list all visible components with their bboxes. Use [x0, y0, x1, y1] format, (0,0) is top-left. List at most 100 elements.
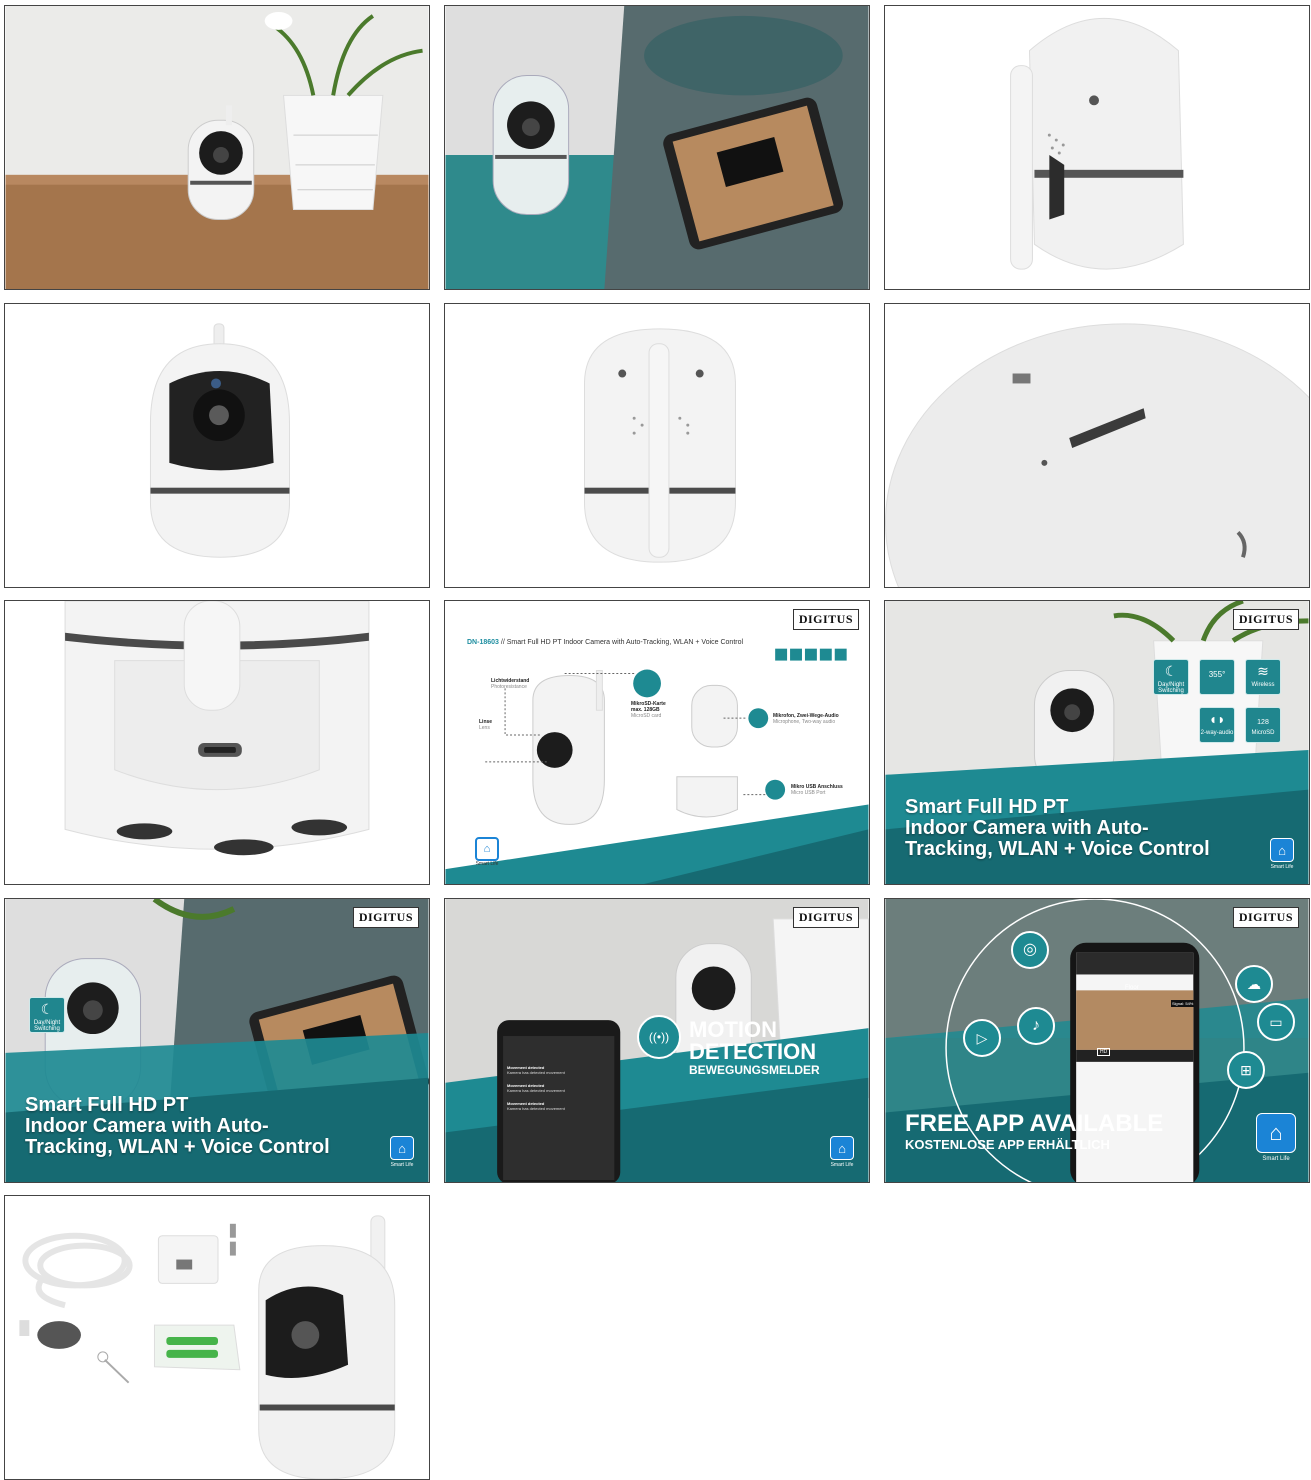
notification-item[interactable]: Movement detected Kamera has detected mo…: [507, 1101, 611, 1111]
photoresistance-label-en: Photoresistance: [491, 684, 527, 690]
microsd-feature: 128 MicroSD: [1245, 707, 1281, 743]
notification-item[interactable]: Movement detected Kamera has detected mo…: [507, 1083, 611, 1093]
gallery-image-camera-on-shelf[interactable]: [4, 5, 430, 290]
gallery-image-sd-slot-closeup[interactable]: [884, 303, 1310, 588]
spec-sheet-title: DN-18603 // Smart Full HD PT Indoor Came…: [467, 639, 743, 646]
speaker-icon: ◖◗: [1208, 711, 1226, 727]
motion-heading-de: BEWEGUNGSMELDER: [689, 1063, 820, 1077]
motion-sensor-icon: ((•)): [637, 1015, 681, 1059]
home-icon: ⌂: [390, 1136, 414, 1160]
day-night-feature: ☾ Day/Night Switching: [29, 997, 65, 1033]
model-number: DN-18603: [467, 639, 499, 646]
gallery-image-spec-sheet[interactable]: DIGITUS DN-18603 // Smart Full HD PT Ind…: [444, 600, 870, 885]
microsd-feature-label: MicroSD: [1251, 730, 1275, 736]
microphone-label: Mikrofon, Zwei-Wege-Audio Microphone, Tw…: [773, 713, 839, 725]
gallery-image-free-app[interactable]: DIGITUS Floor Signal: 54% HD ◎ ♪ ▷ ☁ ▭ ⊞…: [884, 898, 1310, 1183]
camera-side-photo: [885, 6, 1309, 289]
digitus-logo: DIGITUS: [1232, 907, 1299, 928]
lens-label-en: Lens: [479, 725, 490, 731]
smart-life-badge: ⌂ Smart Life: [1253, 1113, 1299, 1162]
grid-icon: ⊞: [1227, 1051, 1265, 1089]
camera-shelf-photo: [5, 6, 429, 289]
wireless-feature: ≋ Wireless: [1245, 659, 1281, 695]
headline-line-2: Indoor Camera with Auto-: [905, 817, 1149, 839]
motion-heading-line-1: MOTION: [689, 1017, 777, 1042]
digitus-logo: DIGITUS: [352, 907, 419, 928]
headline-line-3: Tracking, WLAN + Voice Control: [25, 1136, 330, 1158]
gallery-image-camera-side-view[interactable]: [884, 5, 1310, 290]
wifi-icon: ≋: [1257, 663, 1269, 679]
gallery-image-features-banner[interactable]: DIGITUS ☾ Day/Night Switching 355° ≋ Wir…: [884, 600, 1310, 885]
notification-text: Kamera has detected movement: [507, 1070, 565, 1075]
headline-line-1: Smart Full HD PT: [905, 796, 1069, 818]
motion-heading-line-2: DETECTION: [689, 1039, 817, 1064]
gallery-image-camera-with-tablet[interactable]: [444, 5, 870, 290]
notification-text: Kamera has detected movement: [507, 1088, 565, 1093]
usb-port-photo: [5, 601, 429, 884]
camera-front-photo: [5, 304, 429, 587]
smart-life-text: Smart Life: [1262, 1156, 1290, 1162]
free-app-heading: FREE APP AVAILABLE KOSTENLOSE APP ERHÄLT…: [905, 1110, 1164, 1153]
gallery-image-camera-front[interactable]: [4, 303, 430, 588]
motion-heading: MOTION DETECTION BEWEGUNGSMELDER: [689, 1017, 820, 1078]
smart-life-text: Smart Life: [475, 861, 499, 867]
day-night-feature: ☾ Day/Night Switching: [1153, 659, 1189, 695]
product-headline: Smart Full HD PT Indoor Camera with Auto…: [905, 797, 1210, 860]
smart-life-badge: ⌂ Smart Life: [829, 1136, 855, 1168]
sd-slot-photo: [885, 304, 1309, 587]
usb-port-label-en: Micro USB Port: [791, 790, 826, 796]
two-way-audio-label: 2-way-audio: [1200, 730, 1234, 736]
wireless-label: Wireless: [1251, 682, 1275, 688]
gallery-image-camera-back[interactable]: [444, 303, 870, 588]
digitus-logo: DIGITUS: [1232, 609, 1299, 630]
microsd-label-en: MicroSD card: [631, 713, 662, 719]
gallery-image-package-contents[interactable]: [4, 1195, 430, 1480]
title-separator: //: [500, 639, 505, 646]
home-icon: ⌂: [1256, 1113, 1296, 1153]
moon-icon: ☾: [1164, 663, 1178, 679]
digitus-logo: DIGITUS: [792, 907, 859, 928]
day-night-label: Day/Night Switching: [1157, 682, 1185, 694]
gallery-image-motion-detection[interactable]: DIGITUS Movement detected Kamera has det…: [444, 898, 870, 1183]
app-screen-title: Floor: [1125, 985, 1139, 991]
day-night-label: Day/Night Switching: [33, 1020, 61, 1032]
gallery-image-usb-port-closeup[interactable]: [4, 600, 430, 885]
smart-life-badge: ⌂ Smart Life: [475, 837, 499, 867]
usb-port-label: Mikro USB Anschluss Micro USB Port: [791, 784, 843, 796]
headline-line-3: Tracking, WLAN + Voice Control: [905, 838, 1210, 860]
moon-icon: ☾: [40, 1001, 54, 1017]
free-app-heading-en: FREE APP AVAILABLE: [905, 1110, 1164, 1137]
microphone-icon: ♪: [1017, 1007, 1055, 1045]
play-icon: ▷: [963, 1019, 1001, 1057]
gallery-image-day-night-banner[interactable]: DIGITUS ☾ Day/Night Switching Smart Full…: [4, 898, 430, 1183]
two-way-audio-feature: ◖◗ 2-way-audio: [1199, 707, 1235, 743]
package-contents-photo: [5, 1196, 429, 1479]
sd-card-icon: 128: [1257, 719, 1269, 726]
smart-life-text: Smart Life: [830, 1162, 854, 1168]
camera-icon: ◎: [1011, 931, 1049, 969]
notification-item[interactable]: Movement detected Kamera has detected mo…: [507, 1065, 611, 1075]
notification-text: Kamera has detected movement: [507, 1106, 565, 1111]
smart-life-badge: ⌂ Smart Life: [389, 1136, 415, 1168]
free-app-heading-de: KOSTENLOSE APP ERHÄLTLICH: [905, 1137, 1110, 1152]
product-headline: Smart Full HD PT Indoor Camera with Auto…: [25, 1095, 330, 1158]
rotation-label: 355°: [1208, 670, 1226, 679]
notification-list: Movement detected Kamera has detected mo…: [507, 1065, 611, 1111]
camera-back-photo: [445, 304, 869, 587]
app-signal-strength: Signal: 54%: [1171, 1000, 1195, 1007]
microphone-label-en: Microphone, Two-way audio: [773, 719, 836, 725]
smart-life-text: Smart Life: [390, 1162, 414, 1168]
microsd-label: MikroSD-Karte max. 128GB MicroSD card: [631, 701, 666, 719]
camera-tablet-photo: [445, 6, 869, 289]
smart-life-text: Smart Life: [1270, 864, 1294, 870]
photoresistance-label: Lichtwiderstand Photoresistance: [491, 678, 529, 690]
cloud-icon: ☁: [1235, 965, 1273, 1003]
digitus-logo: DIGITUS: [792, 609, 859, 630]
headline-line-2: Indoor Camera with Auto-: [25, 1115, 269, 1137]
app-hd-button[interactable]: HD: [1097, 1048, 1111, 1056]
home-icon: ⌂: [830, 1136, 854, 1160]
home-icon: ⌂: [475, 837, 499, 861]
home-icon: ⌂: [1270, 838, 1294, 862]
rotation-feature: 355°: [1199, 659, 1235, 695]
lens-label: Linse Lens: [479, 719, 492, 731]
